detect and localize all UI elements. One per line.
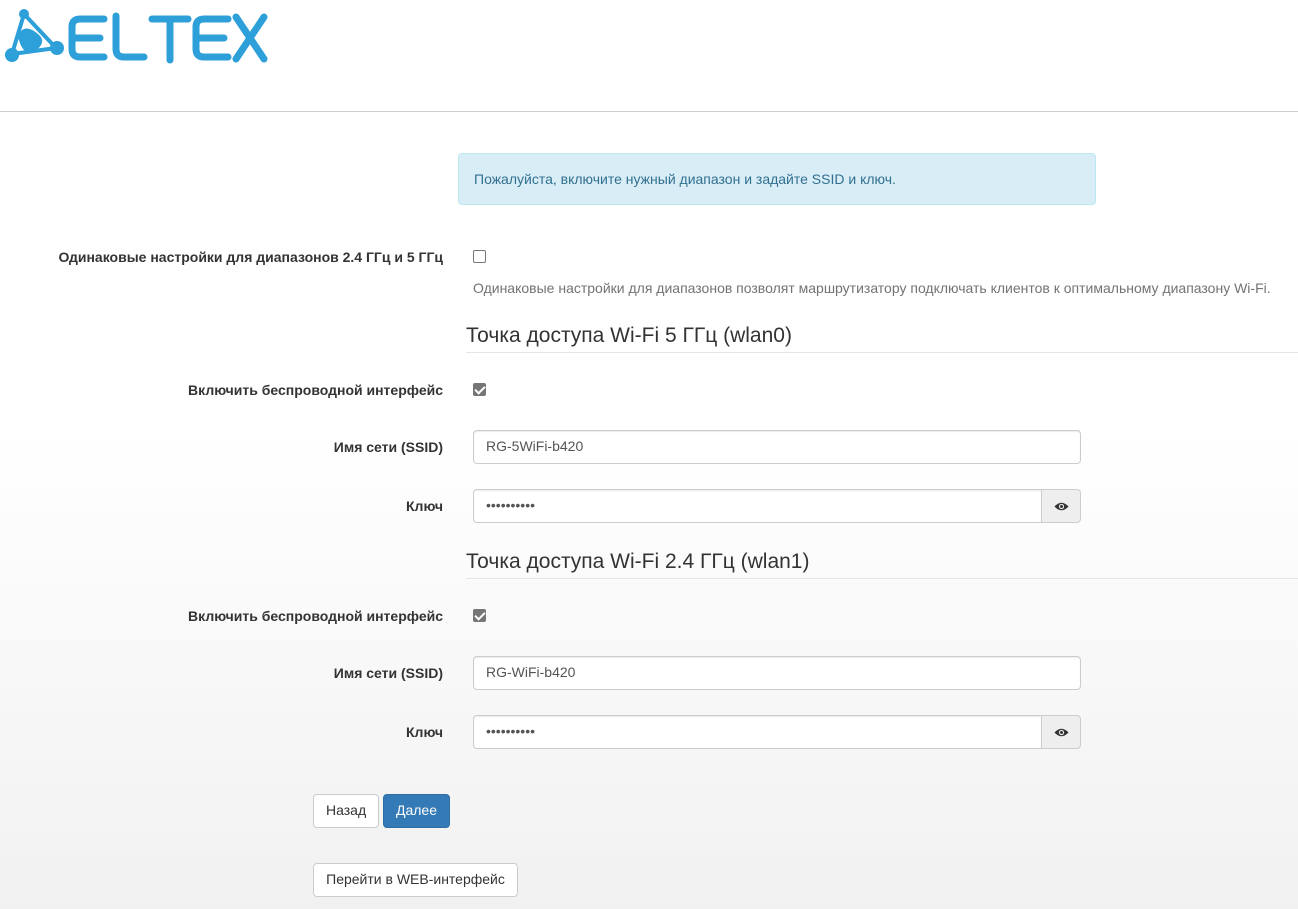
eltex-logo [4, 8, 268, 68]
same-settings-checkbox[interactable] [473, 250, 486, 263]
back-button[interactable]: Назад [313, 794, 379, 828]
wlan1-section-title: Точка доступа Wi-Fi 2.4 ГГц (wlan1) [466, 550, 1298, 579]
eltex-network-icon [5, 9, 268, 64]
wlan0-enable-checkbox[interactable] [473, 383, 486, 396]
same-settings-label: Одинаковые настройки для диапазонов 2.4 … [58, 249, 443, 265]
wlan1-key-group: •••••••••• [473, 715, 1081, 749]
web-interface-button[interactable]: Перейти в WEB-интерфейс [313, 863, 518, 897]
wlan0-key-label: Ключ [406, 498, 443, 514]
wlan0-ssid-input[interactable]: RG-5WiFi-b420 [473, 430, 1081, 464]
wlan0-enable-label: Включить беспроводной интерфейс [188, 382, 443, 398]
wlan1-enable-label: Включить беспроводной интерфейс [188, 608, 443, 624]
wlan0-ssid-label: Имя сети (SSID) [333, 439, 443, 455]
info-alert: Пожалуйста, включите нужный диапазон и з… [458, 153, 1096, 205]
wlan1-key-label: Ключ [406, 724, 443, 740]
wlan0-key-input[interactable]: •••••••••• [473, 489, 1042, 523]
wlan1-ssid-label: Имя сети (SSID) [333, 665, 443, 681]
wlan1-ssid-input[interactable]: RG-WiFi-b420 [473, 656, 1081, 690]
next-button[interactable]: Далее [383, 794, 450, 828]
wlan0-show-key-button[interactable] [1041, 489, 1081, 523]
eye-icon [1054, 502, 1069, 511]
wlan0-section-title: Точка доступа Wi-Fi 5 ГГц (wlan0) [466, 324, 1298, 353]
wlan1-enable-checkbox[interactable] [473, 609, 486, 622]
wlan1-key-input[interactable]: •••••••••• [473, 715, 1042, 749]
header [0, 0, 1298, 112]
eye-icon [1054, 728, 1069, 737]
same-settings-help: Одинаковые настройки для диапазонов позв… [473, 280, 1271, 296]
wlan0-key-group: •••••••••• [473, 489, 1081, 523]
wlan1-show-key-button[interactable] [1041, 715, 1081, 749]
